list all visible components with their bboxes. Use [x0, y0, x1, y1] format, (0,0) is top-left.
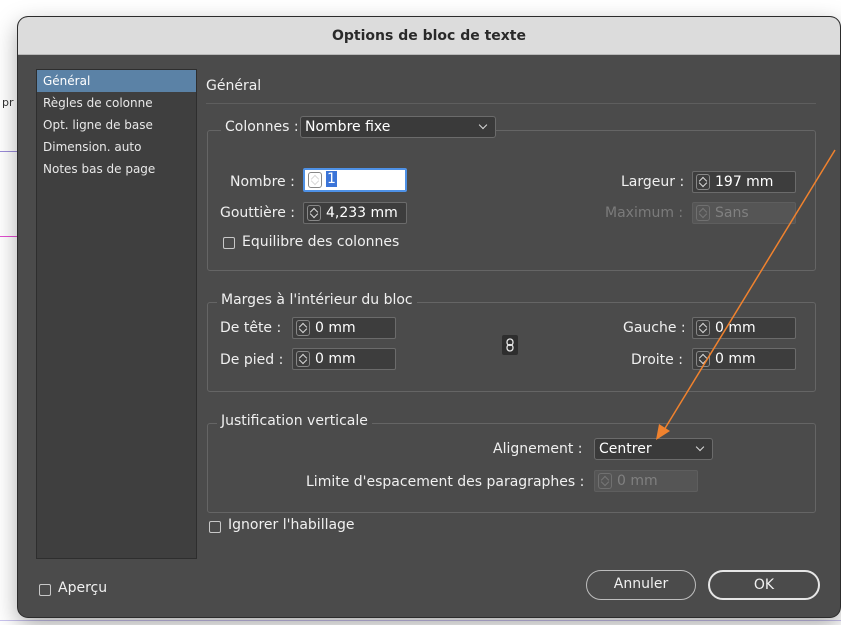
- dialog-title: Options de bloc de texte: [331, 27, 526, 44]
- number-value: 1: [326, 171, 337, 187]
- stepper-icon: [696, 205, 710, 221]
- gutter-field[interactable]: 4,233 mm: [303, 202, 407, 224]
- chain-link-icon[interactable]: [502, 335, 518, 355]
- alignment-label: Alignement :: [493, 441, 583, 457]
- stepper-icon: [598, 473, 612, 489]
- balance-columns-checkbox[interactable]: [223, 237, 235, 249]
- paragraph-spacing-limit-label: Limite d'espacement des paragraphes :: [306, 474, 585, 490]
- number-field[interactable]: 1: [303, 168, 407, 192]
- alignment-select[interactable]: Centrer: [594, 438, 713, 460]
- ignore-wrap-checkbox[interactable]: [209, 521, 221, 533]
- sidebar-item-general[interactable]: Général: [37, 70, 196, 92]
- top-inset-field[interactable]: 0 mm: [292, 317, 396, 339]
- section-title: Général: [206, 78, 262, 94]
- columns-type-value: Nombre fixe: [305, 119, 391, 135]
- paragraph-spacing-limit-field: 0 mm: [594, 470, 698, 492]
- columns-type-select[interactable]: Nombre fixe: [300, 116, 496, 138]
- stepper-icon[interactable]: [296, 351, 310, 367]
- gutter-value: 4,233 mm: [326, 205, 398, 221]
- top-inset-value: 0 mm: [315, 320, 356, 336]
- top-inset-label: De tête :: [220, 320, 282, 336]
- vertical-justification-group: [207, 423, 816, 513]
- background-guide: [0, 0, 4, 625]
- columns-label: Colonnes :: [221, 119, 303, 135]
- background-partial-text: pr: [2, 96, 14, 109]
- right-inset-label: Droite :: [631, 352, 683, 368]
- stepper-icon[interactable]: [307, 205, 321, 221]
- sidebar-item-auto-size[interactable]: Dimension. auto: [37, 136, 196, 158]
- gutter-label: Gouttière :: [220, 205, 295, 221]
- sidebar-item-baseline-options[interactable]: Opt. ligne de base: [37, 114, 196, 136]
- dialog-titlebar[interactable]: Options de bloc de texte: [18, 17, 840, 55]
- sidebar: Général Règles de colonne Opt. ligne de …: [36, 69, 197, 559]
- sidebar-item-column-rules[interactable]: Règles de colonne: [37, 92, 196, 114]
- paragraph-spacing-limit-value: 0 mm: [617, 473, 658, 489]
- width-label: Largeur :: [621, 174, 685, 190]
- cancel-button[interactable]: Annuler: [586, 570, 696, 600]
- width-value: 197 mm: [715, 174, 774, 190]
- bottom-inset-field[interactable]: 0 mm: [292, 348, 396, 370]
- text-frame-options-dialog: Options de bloc de texte Général Règles …: [18, 17, 840, 617]
- section-divider: [206, 103, 816, 104]
- stepper-icon[interactable]: [296, 320, 310, 336]
- maximum-field: Sans: [692, 202, 796, 224]
- maximum-label: Maximum :: [605, 205, 684, 221]
- ok-button[interactable]: OK: [708, 570, 820, 600]
- balance-columns-label: Equilibre des colonnes: [242, 234, 400, 250]
- left-inset-value: 0 mm: [715, 320, 756, 336]
- background-column-guide: [0, 151, 18, 152]
- background-margin-guide: [0, 236, 18, 237]
- width-field[interactable]: 197 mm: [692, 171, 796, 193]
- right-inset-field[interactable]: 0 mm: [692, 348, 796, 370]
- chevron-down-icon: [478, 120, 488, 130]
- maximum-value: Sans: [715, 205, 749, 221]
- preview-checkbox[interactable]: [39, 584, 51, 596]
- inset-spacing-legend: Marges à l'intérieur du bloc: [217, 292, 417, 308]
- stepper-icon[interactable]: [696, 320, 710, 336]
- chevron-down-icon: [695, 442, 705, 452]
- stepper-icon[interactable]: [308, 172, 322, 188]
- stepper-icon[interactable]: [696, 351, 710, 367]
- number-label: Nombre :: [230, 174, 295, 190]
- ignore-wrap-label: Ignorer l'habillage: [228, 517, 355, 533]
- bottom-inset-label: De pied :: [220, 352, 284, 368]
- stepper-icon[interactable]: [696, 174, 710, 190]
- background-bottom-guide: [0, 620, 841, 621]
- bottom-inset-value: 0 mm: [315, 351, 356, 367]
- sidebar-item-footnotes[interactable]: Notes bas de page: [37, 158, 196, 180]
- preview-label: Aperçu: [58, 580, 108, 596]
- left-inset-label: Gauche :: [623, 320, 686, 336]
- right-inset-value: 0 mm: [715, 351, 756, 367]
- vertical-justification-legend: Justification verticale: [217, 413, 372, 429]
- left-inset-field[interactable]: 0 mm: [692, 317, 796, 339]
- alignment-value: Centrer: [599, 441, 652, 457]
